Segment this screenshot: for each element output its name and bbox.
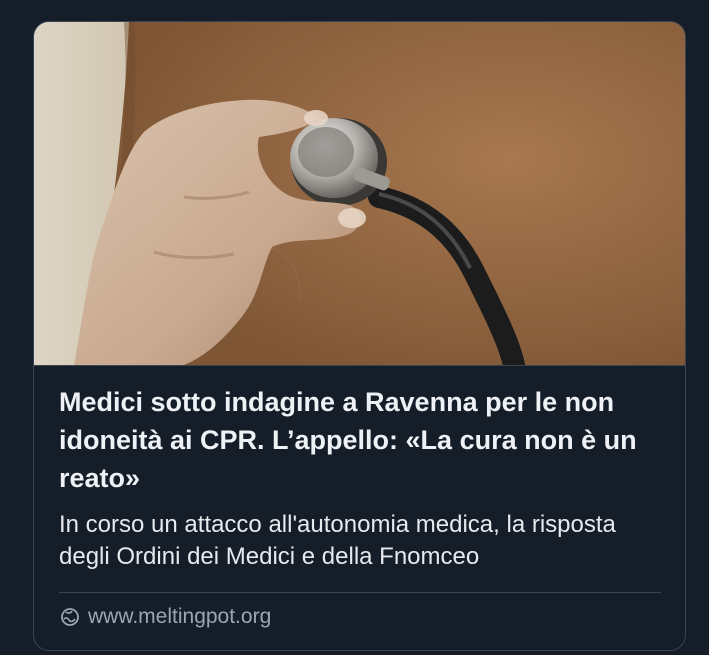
source-link[interactable]: www.meltingpot.org <box>60 605 271 629</box>
image-divider <box>34 365 685 366</box>
source-domain: www.meltingpot.org <box>88 605 272 628</box>
source-divider <box>59 592 661 593</box>
article-headline[interactable]: Medici sotto indagine a Ravenna per le n… <box>59 383 659 497</box>
stethoscope-photo <box>34 22 685 365</box>
link-preview-card[interactable]: Medici sotto indagine a Ravenna per le n… <box>33 21 686 651</box>
article-summary: In corso un attacco all'autonomia medica… <box>59 511 616 570</box>
preview-image[interactable] <box>34 22 685 365</box>
link-globe-icon <box>61 608 79 626</box>
